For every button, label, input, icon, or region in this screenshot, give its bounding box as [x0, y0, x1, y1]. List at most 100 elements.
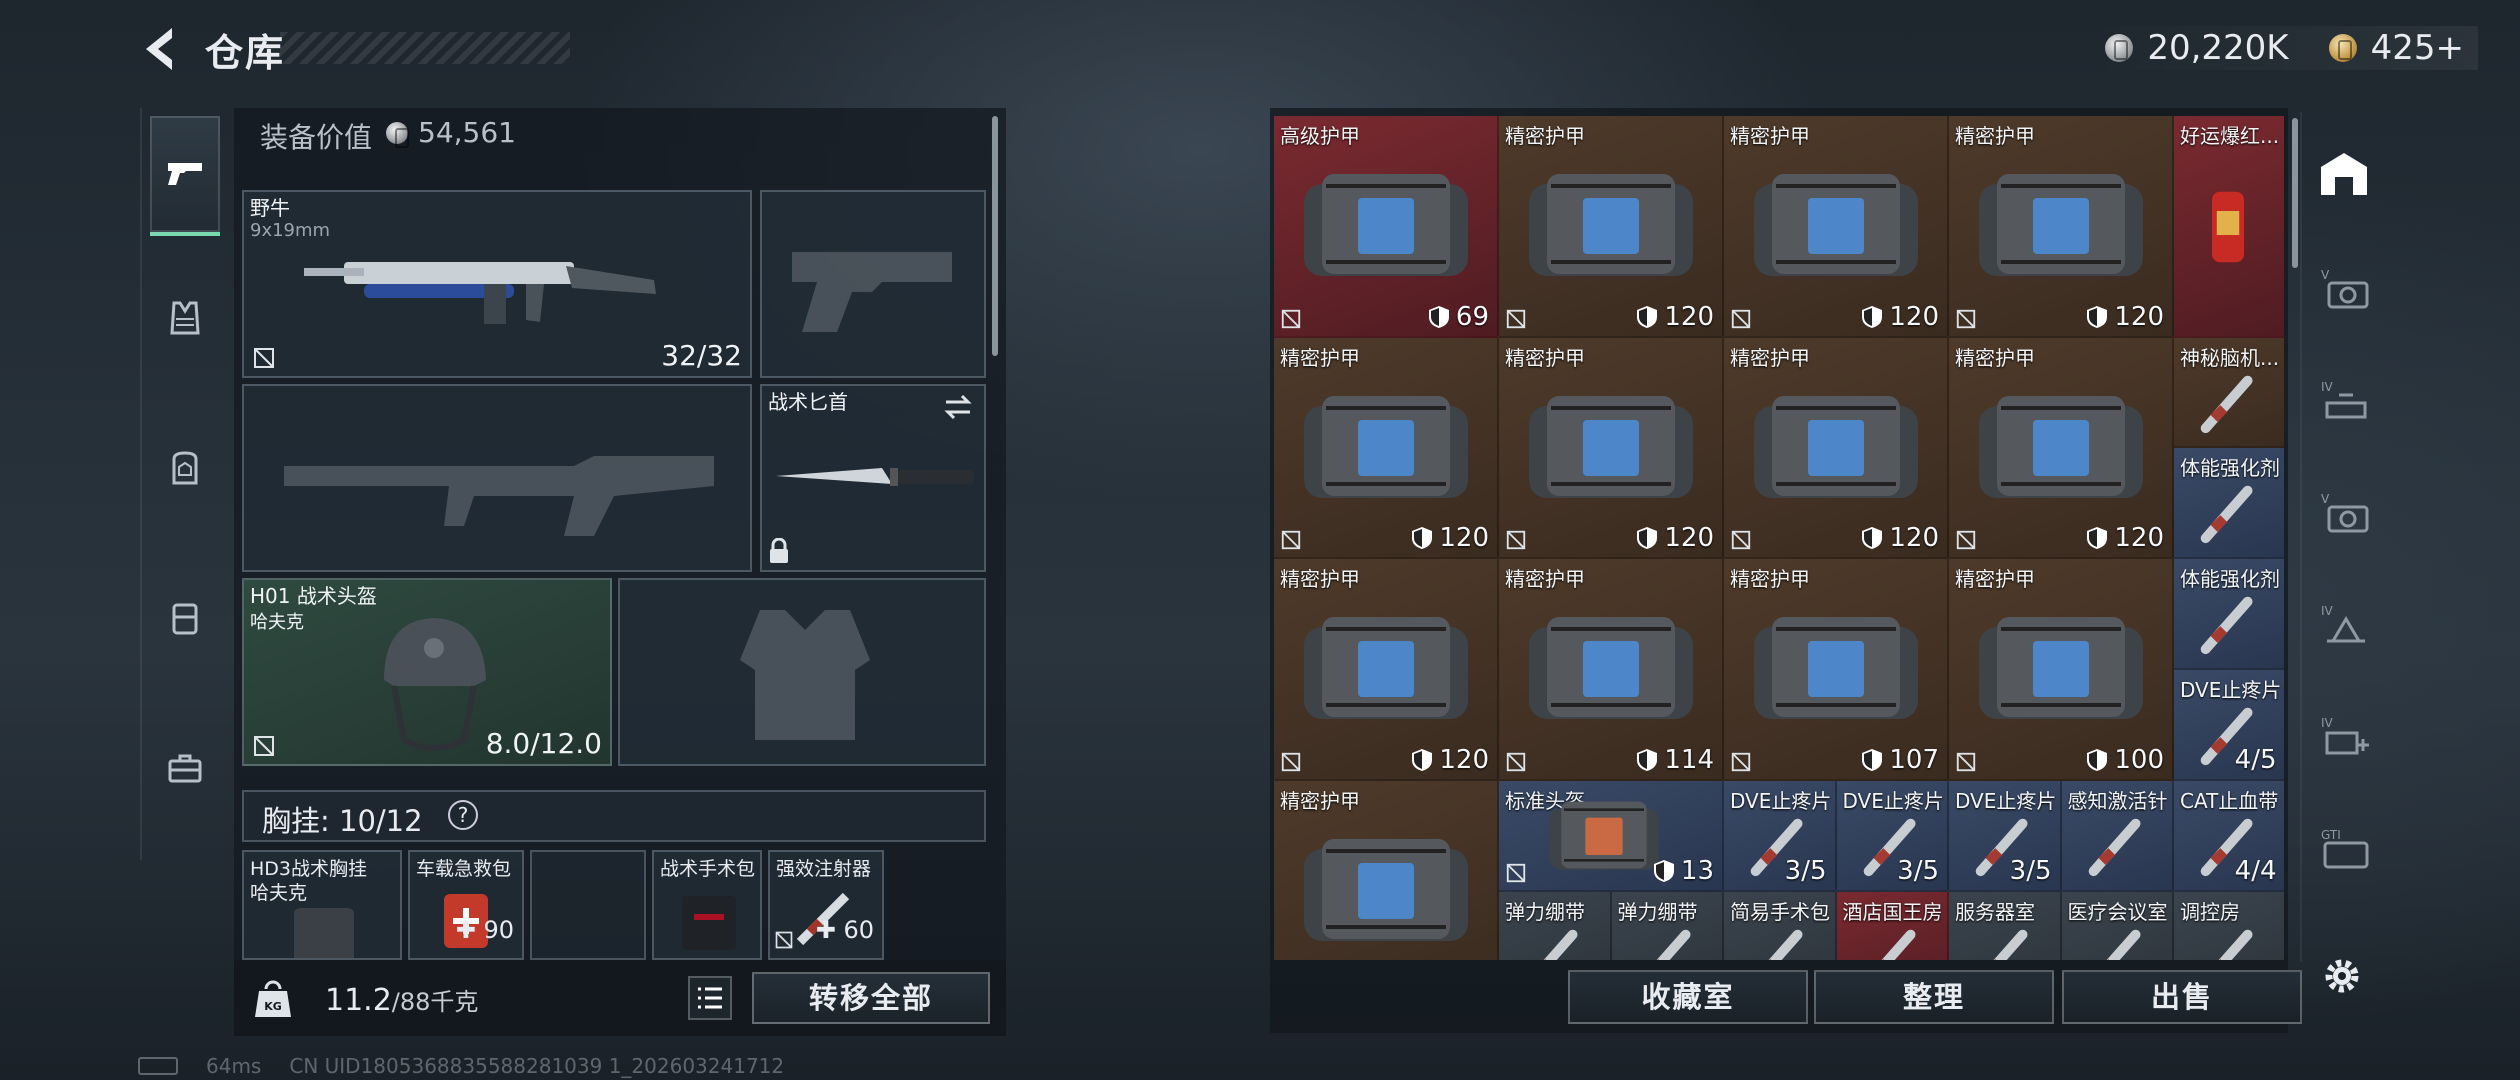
tab-all-stash[interactable] [2314, 144, 2374, 204]
stash-item-cell[interactable]: 精密护甲 120 [1499, 116, 1724, 338]
collection-room-button[interactable]: 收藏室 [1568, 970, 1808, 1024]
stash-item-cell[interactable]: DVE止疼片 3/5 [1836, 780, 1949, 892]
item-value: 4/5 [2235, 745, 2277, 775]
durability-shield-icon [1637, 527, 1658, 550]
stash-item-cell[interactable]: 精密护甲 120 [1724, 337, 1949, 560]
stash-item-cell[interactable]: 服务器室 [1949, 891, 2062, 960]
tab-filter-6[interactable]: GTI [2316, 820, 2376, 880]
rifle-placeholder-icon [284, 456, 714, 536]
item-name: 简易手术包 [1730, 899, 1830, 924]
tab-armor[interactable] [150, 258, 220, 378]
item-image [2212, 191, 2244, 263]
tab-toolbox[interactable] [150, 708, 220, 828]
slot-injector[interactable]: 强效注射器 ✚ 60 [768, 850, 884, 960]
organize-button[interactable]: 整理 [1814, 970, 2054, 1024]
stash-item-cell[interactable]: 高级护甲 69 [1274, 116, 1499, 338]
item-value: 3/5 [1897, 856, 1939, 886]
stash-item-cell[interactable]: 精密护甲 120 [1949, 337, 2174, 560]
tab-filter-5[interactable]: IV [2316, 708, 2376, 768]
svg-text:KG: KG [264, 1000, 282, 1013]
item-name: 精密护甲 [1280, 345, 1360, 370]
stash-item-cell[interactable]: 好运爆红... [2174, 116, 2284, 338]
empty-pocket-slot[interactable] [530, 850, 646, 960]
category-gti-icon: GTI [2321, 828, 2369, 869]
stash-item-cell[interactable]: 调控房 [2174, 891, 2284, 960]
svg-text:V: V [2321, 268, 2330, 282]
stash-item-cell[interactable]: 感知激活针 [2061, 780, 2174, 892]
armor-slot-empty[interactable] [618, 578, 986, 766]
durability-shield-icon [1412, 748, 1433, 771]
sell-button[interactable]: 出售 [2062, 970, 2302, 1024]
value-text: 120 [2114, 301, 2164, 332]
transfer-all-button[interactable]: 转移全部 [752, 972, 990, 1024]
armor-bag-image [1754, 174, 1918, 276]
tab-container[interactable] [150, 558, 220, 678]
tab-backpack[interactable] [150, 408, 220, 528]
battery-icon [138, 1057, 178, 1075]
item-value: 120 [1411, 745, 1489, 775]
item-value: 120 [1636, 302, 1714, 332]
tab-filter-2[interactable]: IV [2316, 372, 2376, 432]
swap-icon[interactable] [942, 394, 974, 420]
rifle-slot-empty[interactable] [242, 384, 752, 572]
durability-shield-icon [1862, 748, 1883, 771]
durability-shield-icon [2087, 748, 2108, 771]
stash-item-cell[interactable]: 体能强化剂 [2174, 559, 2284, 671]
stash-item-cell[interactable]: 精密护甲 [1274, 780, 1499, 960]
value-text: 3/5 [2009, 855, 2052, 886]
pistol-slot-empty[interactable] [760, 190, 986, 378]
primary-weapon-slot[interactable]: 野牛 9x19mm 32/32 [242, 190, 752, 378]
category-iv-icon: IV [2321, 604, 2365, 643]
item-image [1543, 929, 1578, 960]
no-drop-icon [254, 736, 274, 756]
tab-filter-3[interactable]: V [2316, 484, 2376, 544]
settings-gear-icon[interactable] [2318, 952, 2366, 1000]
stash-item-cell[interactable]: 精密护甲 120 [1274, 337, 1499, 560]
current-weight: 11.2 [325, 983, 392, 1018]
stash-item-cell[interactable]: 神秘脑机... [2174, 337, 2284, 449]
stash-item-cell[interactable]: 体能强化剂 [2174, 448, 2284, 560]
stash-item-cell[interactable]: 精密护甲 107 [1724, 559, 1949, 781]
stash-item-cell[interactable]: 精密护甲 120 [1499, 337, 1724, 560]
tab-weapons[interactable] [150, 116, 220, 236]
slot-surgical-kit[interactable]: 战术手术包 [652, 850, 762, 960]
slot-first-aid[interactable]: 车载急救包 ✚ 90 [408, 850, 524, 960]
stash-item-cell[interactable]: CAT止血带 4/4 [2174, 780, 2284, 892]
stash-item-cell[interactable]: 精密护甲 100 [1949, 559, 2174, 781]
stash-item-cell[interactable]: 精密护甲 120 [1724, 116, 1949, 338]
tab-filter-1[interactable]: V [2316, 260, 2376, 320]
value-text: 4/4 [2234, 855, 2277, 886]
stash-item-cell[interactable]: 精密护甲 120 [1949, 116, 2174, 338]
item-name: 体能强化剂 [2180, 567, 2280, 592]
smg-weapon-image [304, 262, 656, 324]
stash-item-cell[interactable]: 弹力绷带 [1611, 891, 1724, 960]
stash-item-cell[interactable]: 弹力绷带 [1499, 891, 1612, 960]
rig-item-slot[interactable]: HD3战术胸挂 哈夫克 [242, 850, 402, 960]
item-name: 车载急救包 [416, 858, 512, 880]
stash-item-cell[interactable]: 医疗会议室 [2061, 891, 2174, 960]
item-name: 调控房 [2180, 899, 2240, 924]
back-arrow-icon[interactable] [138, 24, 182, 74]
silver-coin-icon [386, 122, 409, 148]
stash-item-cell[interactable]: DVE止疼片 4/5 [2174, 670, 2284, 781]
stash-item-cell[interactable]: DVE止疼片 3/5 [1949, 780, 2062, 892]
helmet-slot[interactable]: H01 战术头盔 哈夫克 8.0/12.0 [242, 578, 612, 766]
help-icon[interactable]: ? [448, 800, 478, 830]
melee-slot[interactable]: 战术匕首 [760, 384, 986, 572]
stash-item-cell[interactable]: 精密护甲 114 [1499, 559, 1724, 781]
stash-item-cell[interactable]: 酒店国王房 [1836, 891, 1949, 960]
briefcase-icon [168, 754, 202, 783]
item-value: 120 [1861, 302, 1939, 332]
svg-text:IV: IV [2321, 716, 2334, 730]
stash-item-cell[interactable]: 简易手术包 [1724, 891, 1837, 960]
item-image [2200, 596, 2253, 655]
gold-amount[interactable]: 425+ [2371, 28, 2464, 68]
stash-scrollbar[interactable] [2292, 118, 2298, 268]
stash-item-cell[interactable]: 精密护甲 120 [1274, 559, 1499, 781]
stash-item-cell[interactable]: 标准头盔 13 [1499, 780, 1724, 892]
stash-item-cell[interactable]: DVE止疼片 3/5 [1724, 780, 1837, 892]
loadout-scrollbar[interactable] [992, 116, 998, 356]
item-name: 高级护甲 [1280, 124, 1360, 148]
tab-filter-4[interactable]: IV [2316, 596, 2376, 656]
list-view-button[interactable] [688, 976, 732, 1020]
